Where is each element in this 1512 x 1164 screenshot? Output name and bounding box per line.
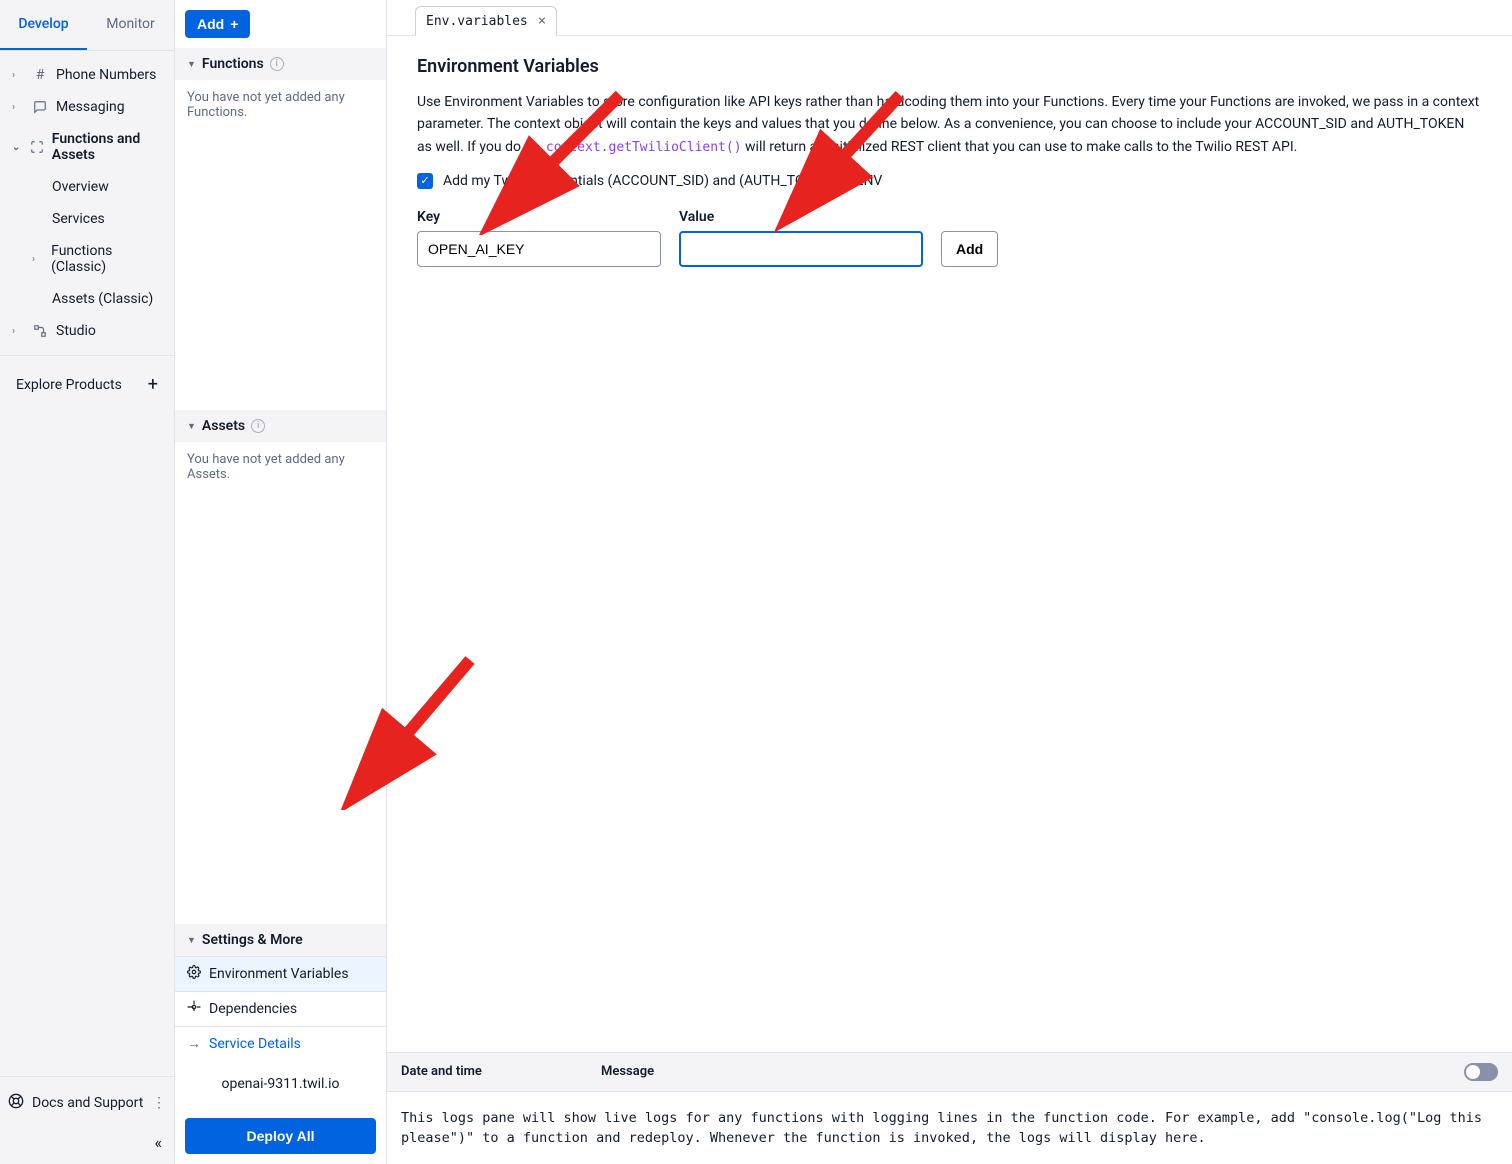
chevron-down-icon: ⌄ bbox=[12, 142, 22, 153]
logs-col-message: Message bbox=[601, 1064, 1464, 1079]
nav-services[interactable]: Services bbox=[40, 203, 174, 235]
panel-mid: Add + ▼ Functions i You have not yet add… bbox=[175, 0, 387, 1164]
nav-label: Studio bbox=[56, 323, 96, 339]
close-icon[interactable]: × bbox=[538, 13, 546, 29]
editor-tab-env-variables[interactable]: Env.variables × bbox=[415, 6, 557, 36]
editor-content: Environment Variables Use Environment Va… bbox=[387, 36, 1512, 1052]
add-env-var-button[interactable]: Add bbox=[941, 231, 998, 267]
flow-icon bbox=[32, 323, 48, 339]
nav-functions-classic[interactable]: › Functions (Classic) bbox=[40, 235, 174, 283]
arrow-right-icon: → bbox=[187, 1035, 201, 1052]
deploy-all-button[interactable]: Deploy All bbox=[185, 1118, 376, 1154]
tab-develop[interactable]: Develop bbox=[0, 0, 87, 50]
chevron-right-icon: › bbox=[32, 254, 43, 265]
info-icon[interactable]: i bbox=[251, 419, 265, 433]
sidebar-nav: › # Phone Numbers › Messaging ⌄ Function… bbox=[0, 51, 174, 1076]
info-icon[interactable]: i bbox=[270, 57, 284, 71]
nav-label: Phone Numbers bbox=[56, 67, 156, 83]
nav-studio[interactable]: › Studio bbox=[0, 315, 174, 347]
editor-tab-strip: Env.variables × bbox=[387, 0, 1512, 36]
gear-icon bbox=[187, 1000, 201, 1018]
triangle-down-icon: ▼ bbox=[187, 421, 196, 432]
nav-docs-support[interactable]: Docs and Support ⋮ bbox=[0, 1081, 174, 1125]
nav-label: Functions and Assets bbox=[52, 131, 162, 163]
nav-overview[interactable]: Overview bbox=[40, 171, 174, 203]
collapse-sidebar-button[interactable]: « bbox=[0, 1125, 174, 1160]
logs-header: Date and time Message bbox=[387, 1052, 1512, 1092]
main-panel: Env.variables × Environment Variables Us… bbox=[387, 0, 1512, 1164]
chat-icon bbox=[32, 99, 48, 115]
logs-col-datetime: Date and time bbox=[401, 1064, 601, 1079]
assets-section-head[interactable]: ▼ Assets i bbox=[175, 410, 386, 442]
nav-messaging[interactable]: › Messaging bbox=[0, 91, 174, 123]
nav-functions-sub: Overview Services › Functions (Classic) … bbox=[0, 171, 174, 315]
assets-empty: You have not yet added any Assets. bbox=[175, 442, 386, 492]
nav-explore-products[interactable]: Explore Products + bbox=[0, 364, 174, 405]
logs-toggle[interactable] bbox=[1464, 1063, 1498, 1081]
plus-icon: + bbox=[148, 374, 158, 395]
settings-list: Environment Variables Dependencies → Ser… bbox=[175, 956, 386, 1060]
chevron-right-icon: › bbox=[12, 326, 24, 337]
nav-functions-assets[interactable]: ⌄ Functions and Assets bbox=[0, 123, 174, 171]
help-icon bbox=[8, 1093, 24, 1113]
env-var-form: Key Value Add bbox=[417, 209, 1482, 267]
tab-monitor[interactable]: Monitor bbox=[87, 0, 174, 50]
checkbox-checked-icon[interactable]: ✓ bbox=[417, 173, 433, 189]
plus-icon: + bbox=[230, 16, 238, 32]
settings-service-details[interactable]: → Service Details bbox=[175, 1026, 386, 1060]
page-description: Use Environment Variables to store confi… bbox=[417, 91, 1482, 159]
functions-section-head[interactable]: ▼ Functions i bbox=[175, 48, 386, 80]
triangle-down-icon: ▼ bbox=[187, 935, 196, 946]
add-button[interactable]: Add + bbox=[185, 10, 250, 38]
value-input[interactable] bbox=[679, 231, 923, 267]
code-icon bbox=[30, 139, 44, 155]
settings-env-vars[interactable]: Environment Variables bbox=[175, 956, 386, 991]
settings-dependencies[interactable]: Dependencies bbox=[175, 991, 386, 1026]
sidebar-left: Develop Monitor › # Phone Numbers › Mess… bbox=[0, 0, 175, 1164]
gear-icon bbox=[187, 965, 201, 983]
sidebar-tabs: Develop Monitor bbox=[0, 0, 174, 51]
sidebar-bottom: Docs and Support ⋮ « bbox=[0, 1076, 174, 1164]
kebab-icon[interactable]: ⋮ bbox=[152, 1095, 166, 1111]
service-url: openai-9311.twil.io bbox=[175, 1060, 386, 1108]
triangle-down-icon: ▼ bbox=[187, 59, 196, 70]
divider bbox=[0, 355, 174, 356]
hash-icon: # bbox=[32, 67, 48, 83]
credentials-checkbox-row[interactable]: ✓ Add my Twilio Credentials (ACCOUNT_SID… bbox=[417, 173, 1482, 189]
value-label: Value bbox=[679, 209, 923, 225]
nav-assets-classic[interactable]: Assets (Classic) bbox=[40, 283, 174, 315]
nav-phone-numbers[interactable]: › # Phone Numbers bbox=[0, 59, 174, 91]
settings-section-head[interactable]: ▼ Settings & More bbox=[175, 924, 386, 956]
key-input[interactable] bbox=[417, 231, 661, 267]
chevron-right-icon: › bbox=[12, 102, 24, 113]
chevron-right-icon: › bbox=[12, 70, 24, 81]
functions-empty: You have not yet added any Functions. bbox=[175, 80, 386, 130]
code-snippet: context.getTwilioClient() bbox=[546, 140, 742, 155]
page-title: Environment Variables bbox=[417, 56, 1482, 77]
key-label: Key bbox=[417, 209, 661, 225]
nav-label: Messaging bbox=[56, 99, 125, 115]
logs-body: This logs pane will show live logs for a… bbox=[387, 1092, 1512, 1164]
chevrons-left-icon: « bbox=[154, 1133, 162, 1152]
